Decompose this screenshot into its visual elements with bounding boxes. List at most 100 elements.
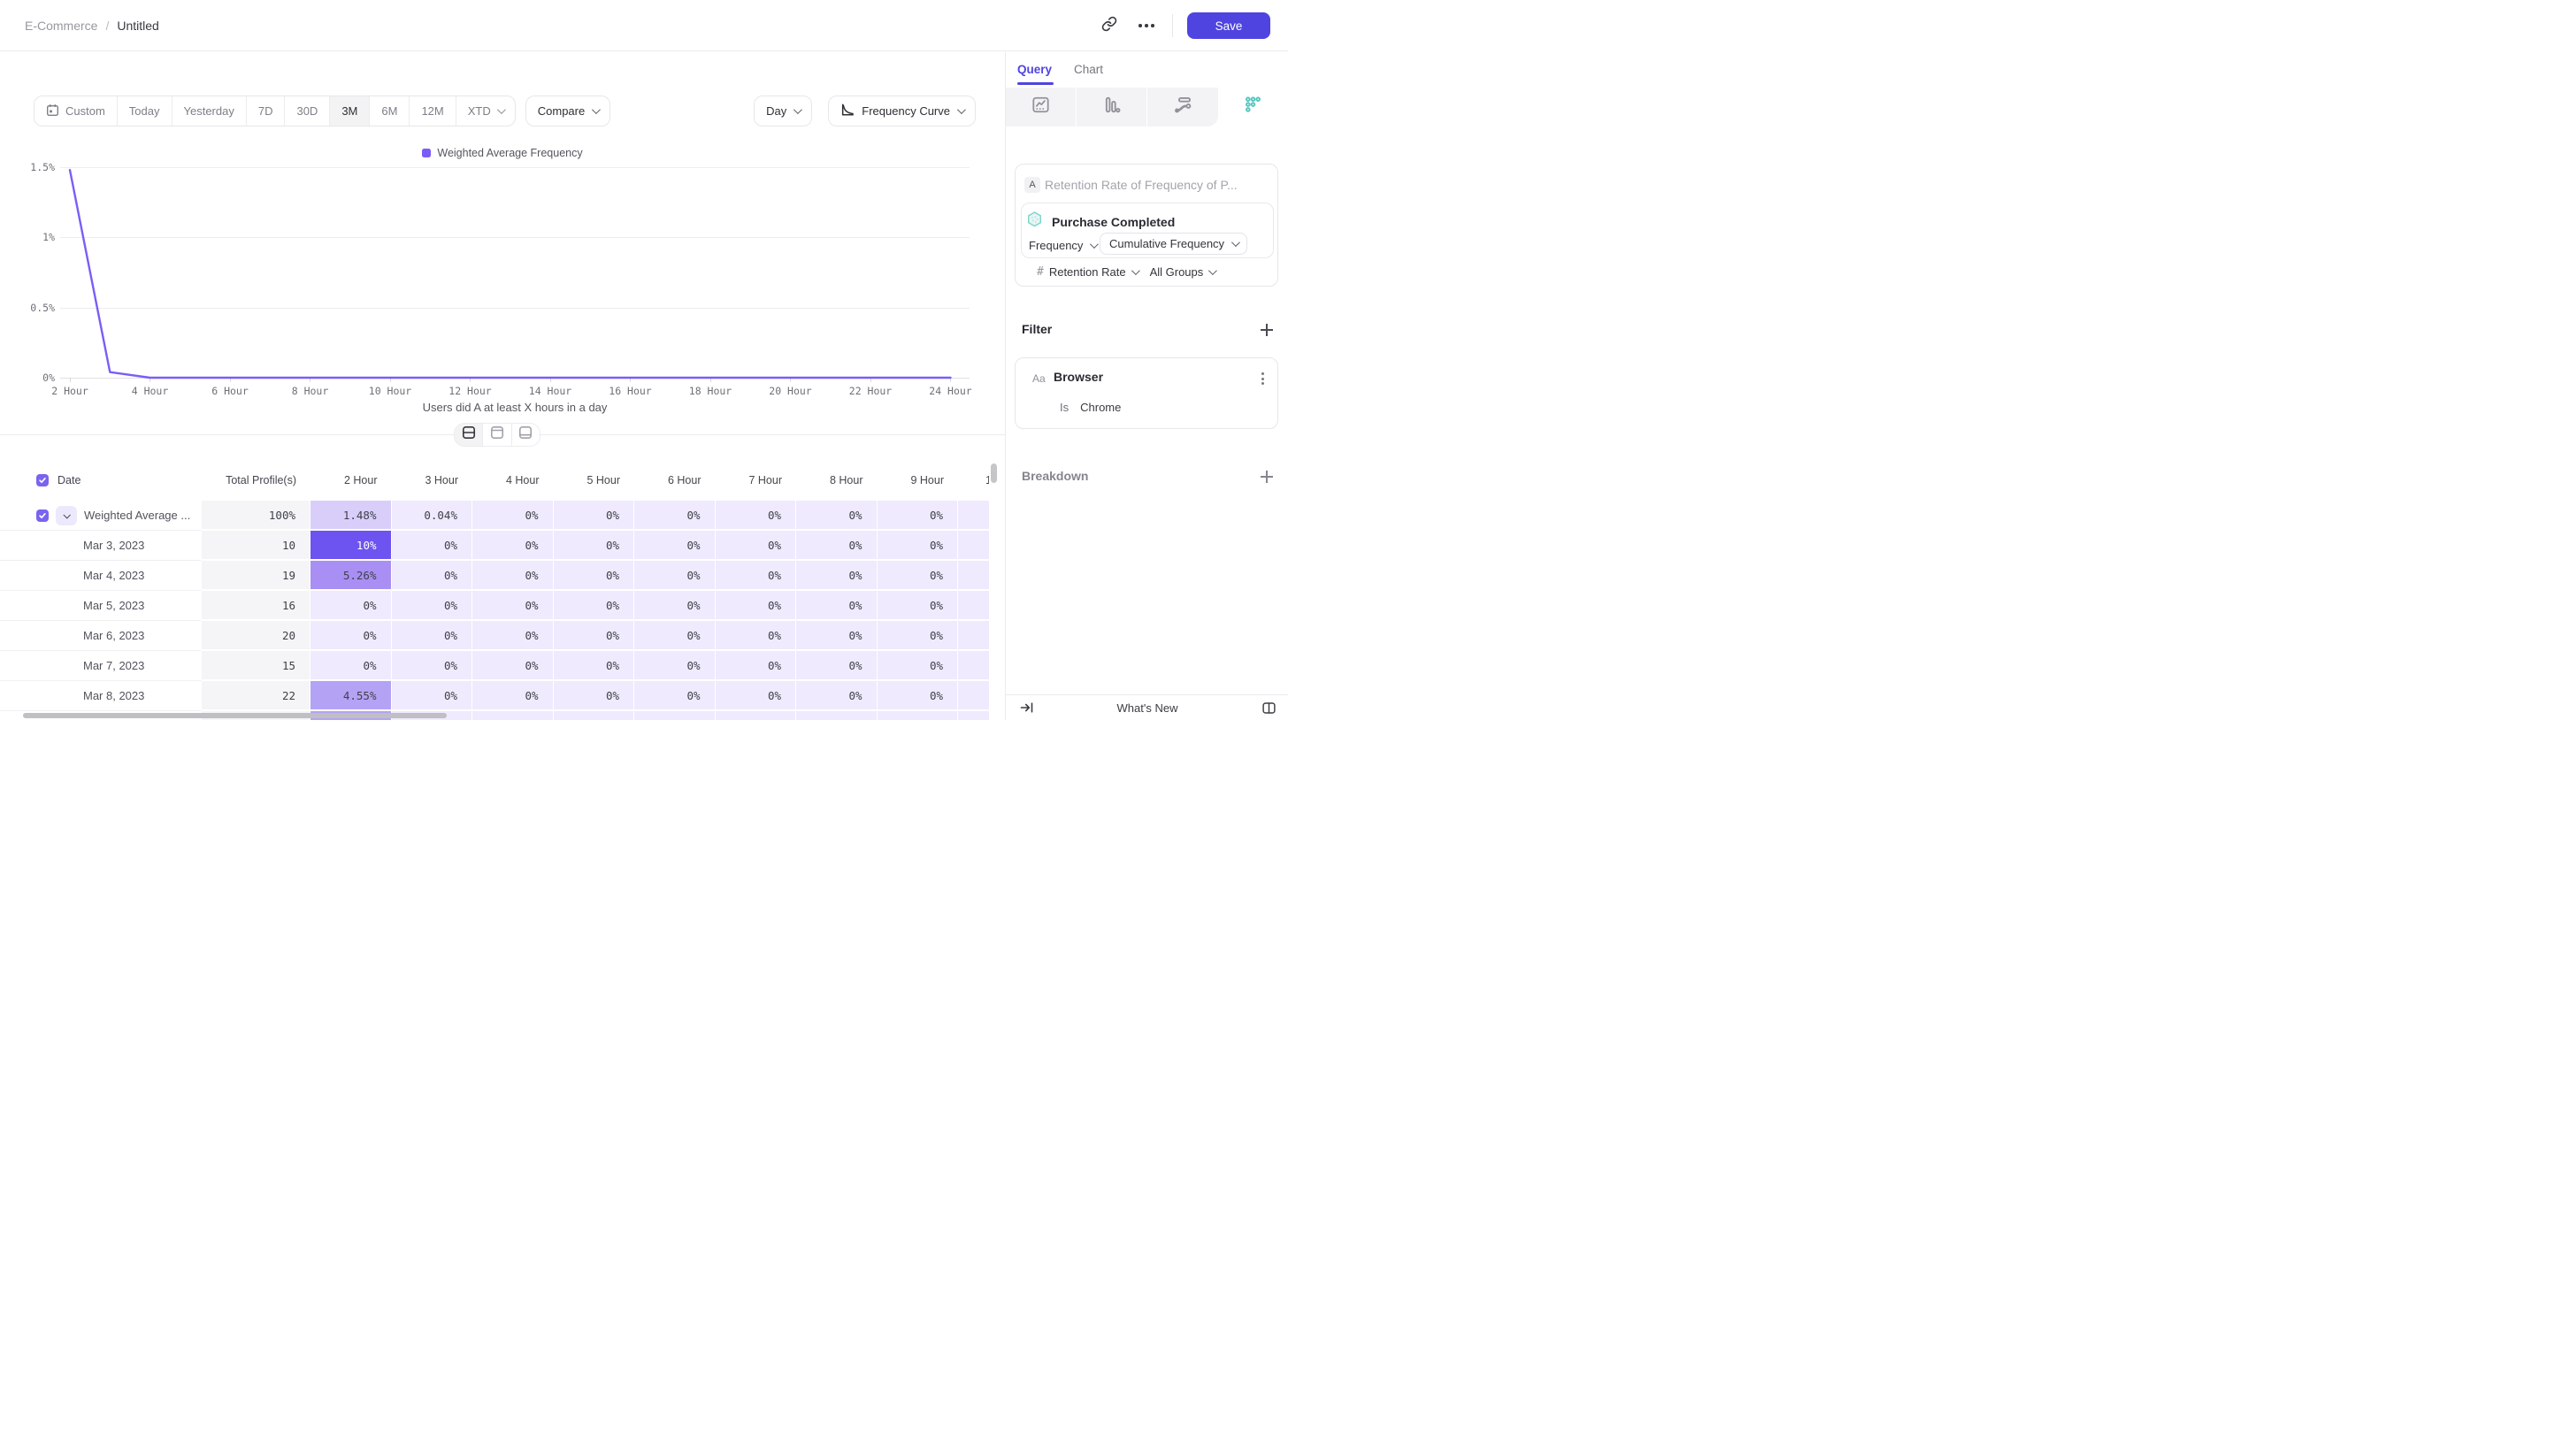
- retention-value-cell: 0%: [392, 591, 473, 621]
- column-header-hour[interactable]: 8 Hour: [796, 474, 878, 486]
- retention-value-cell: 0%: [554, 621, 635, 651]
- add-breakdown-button[interactable]: [1260, 470, 1274, 484]
- retention-value-cell: 10%: [310, 531, 392, 561]
- horizontal-scrollbar[interactable]: [23, 713, 447, 718]
- filter-condition: Is Chrome: [1060, 401, 1121, 414]
- retention-value-cell: 0%: [796, 531, 878, 561]
- measurement-dropdown[interactable]: Retention Rate: [1049, 265, 1138, 279]
- column-header-hour[interactable]: 9 Hour: [878, 474, 959, 486]
- retention-value-cell: 0%: [716, 651, 797, 681]
- retention-value-cell: 4.55%: [310, 681, 392, 711]
- retention-value-cell: 0%: [634, 501, 716, 531]
- retention-value-cell: 0%: [796, 651, 878, 681]
- retention-value-cell: 0%: [392, 681, 473, 711]
- event-name[interactable]: Purchase Completed: [1052, 215, 1175, 229]
- vertical-scrollbar[interactable]: [991, 463, 997, 483]
- toggle-panel-button[interactable]: [1261, 701, 1276, 720]
- x-axis-tick: [710, 378, 711, 382]
- retention-value-cell: [554, 711, 635, 720]
- x-axis-tick: [70, 378, 71, 382]
- column-header-total[interactable]: Total Profile(s): [202, 474, 310, 486]
- retention-value-cell: [958, 621, 989, 651]
- copy-link-button[interactable]: [1096, 12, 1123, 39]
- report-type-funnels[interactable]: [1077, 88, 1147, 126]
- table-row: Mar 4, 2023195.26%0%0%0%0%0%0%0%: [0, 561, 989, 591]
- more-options-button[interactable]: [1133, 12, 1160, 39]
- total-profiles-cell: 100%: [202, 501, 310, 531]
- split-view-icon: [462, 425, 476, 444]
- retention-value-cell: [958, 591, 989, 621]
- breadcrumb-report-title[interactable]: Untitled: [117, 19, 158, 33]
- y-axis-tick-label: 0.5%: [5, 302, 55, 314]
- retention-value-cell: 0%: [392, 531, 473, 561]
- retention-value-cell: 0%: [878, 591, 959, 621]
- frequency-curve-chart: 0%0.5%1%1.5%2 Hour4 Hour6 Hour8 Hour10 H…: [0, 51, 1005, 423]
- breadcrumb-project[interactable]: E-Commerce: [25, 19, 97, 33]
- event-hexagon-icon: [1027, 211, 1042, 233]
- report-type-retention[interactable]: [1218, 88, 1288, 126]
- x-axis-tick: [870, 378, 871, 382]
- retention-value-cell: 0%: [796, 681, 878, 711]
- retention-value-cell: 0%: [392, 561, 473, 591]
- row-label: Mar 4, 2023: [83, 569, 144, 582]
- column-header-label: Date: [58, 474, 80, 486]
- select-all-checkbox[interactable]: [36, 474, 49, 486]
- retention-value-cell: 0%: [310, 591, 392, 621]
- row-checkbox[interactable]: [36, 509, 49, 522]
- ellipsis-icon: [1138, 24, 1154, 27]
- filter-operator[interactable]: Is: [1060, 401, 1069, 414]
- series-title[interactable]: Retention Rate of Frequency of P...: [1045, 178, 1269, 192]
- y-axis-tick-label: 1.5%: [5, 161, 55, 173]
- row-label-cell: Mar 7, 2023: [0, 651, 202, 681]
- frequency-dropdown[interactable]: Frequency: [1029, 239, 1096, 252]
- column-header-hour[interactable]: 5 Hour: [554, 474, 635, 486]
- column-header-hour[interactable]: 3 Hour: [392, 474, 473, 486]
- retention-value-cell: 0.04%: [392, 501, 473, 531]
- retention-value-cell: [958, 501, 989, 531]
- filter-card: Aa Browser Is Chrome: [1015, 357, 1278, 429]
- panel-footer: What's New: [1006, 694, 1288, 720]
- report-type-flows[interactable]: [1147, 88, 1218, 126]
- retention-value-cell: [716, 711, 797, 720]
- x-axis-tick-label: 4 Hour: [122, 385, 179, 397]
- groups-dropdown[interactable]: All Groups: [1150, 265, 1215, 279]
- retention-value-cell: 0%: [310, 621, 392, 651]
- add-filter-button[interactable]: [1260, 323, 1274, 337]
- retention-value-cell: 0%: [472, 531, 554, 561]
- column-header-hour[interactable]: 2 Hour: [310, 474, 392, 486]
- gridline: [60, 237, 970, 238]
- x-axis-tick-label: 10 Hour: [362, 385, 418, 397]
- x-axis-tick: [550, 378, 551, 382]
- measurement-row: # Retention Rate All Groups: [1037, 265, 1215, 279]
- retention-value-cell: 0%: [634, 531, 716, 561]
- column-header-date[interactable]: Date: [0, 474, 202, 486]
- top-panel-icon: [490, 425, 504, 444]
- layout-table-view-button[interactable]: [512, 424, 540, 446]
- layout-split-view-button[interactable]: [455, 424, 483, 446]
- tab-chart[interactable]: Chart: [1074, 51, 1103, 88]
- funnels-icon: [1102, 96, 1121, 119]
- x-axis-tick-label: 18 Hour: [682, 385, 739, 397]
- column-header-hour[interactable]: 10 Hour: [958, 474, 989, 486]
- save-button[interactable]: Save: [1187, 12, 1270, 39]
- report-type-insights[interactable]: [1006, 88, 1077, 126]
- retention-value-cell: 0%: [472, 591, 554, 621]
- layout-chart-view-button[interactable]: [483, 424, 511, 446]
- table-body: Weighted Average ...100%1.48%0.04%0%0%0%…: [0, 501, 989, 720]
- filter-options-kebab[interactable]: [1259, 370, 1267, 387]
- frequency-type-dropdown[interactable]: Cumulative Frequency: [1100, 233, 1247, 255]
- filter-property[interactable]: Browser: [1054, 370, 1103, 384]
- retention-value-cell: 0%: [472, 651, 554, 681]
- whats-new-link[interactable]: What's New: [1006, 695, 1288, 720]
- retention-value-cell: [958, 531, 989, 561]
- top-bar: E-Commerce / Untitled Save: [0, 0, 1288, 51]
- expand-row-button[interactable]: [56, 506, 77, 525]
- row-label-cell: Mar 3, 2023: [0, 531, 202, 561]
- filter-value[interactable]: Chrome: [1080, 401, 1121, 414]
- column-header-hour[interactable]: 4 Hour: [472, 474, 554, 486]
- column-header-hour[interactable]: 6 Hour: [634, 474, 716, 486]
- retention-value-cell: 0%: [878, 681, 959, 711]
- query-series-card: A Retention Rate of Frequency of P... Pu…: [1015, 164, 1278, 287]
- x-axis-tick: [470, 378, 471, 382]
- column-header-hour[interactable]: 7 Hour: [716, 474, 797, 486]
